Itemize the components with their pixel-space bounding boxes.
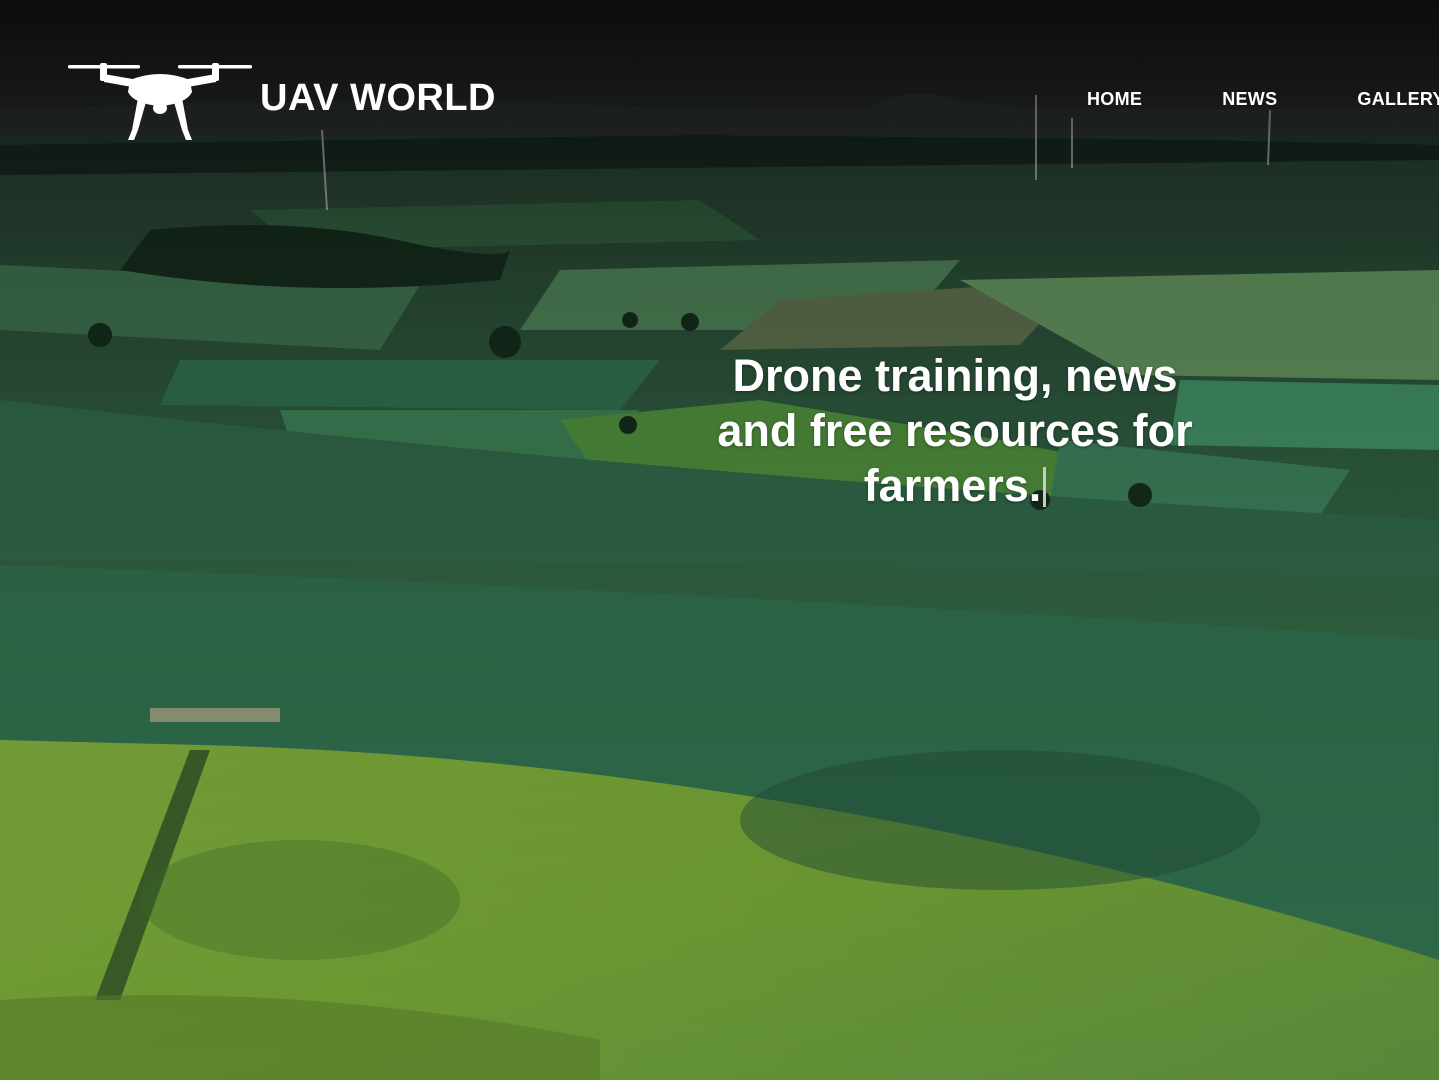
brand-name: UAV WORLD — [260, 77, 496, 119]
main-nav: HOME NEWS GALLERY — [1087, 89, 1439, 110]
top-navbar: UAV WORLD HOME NEWS GALLERY — [0, 0, 1439, 200]
hero-tagline: Drone training, news and free resources … — [700, 348, 1210, 513]
nav-item-gallery[interactable]: GALLERY — [1357, 89, 1439, 110]
tagline-line-3: farmers. — [863, 460, 1042, 512]
tagline-line-1: Drone training, news — [732, 350, 1178, 402]
brand-logo-link[interactable]: UAV WORLD — [68, 60, 496, 144]
drone-icon — [68, 63, 252, 140]
hero-section: UAV WORLD HOME NEWS GALLERY Drone traini… — [0, 0, 1439, 1080]
typing-caret — [1043, 467, 1047, 508]
nav-item-news[interactable]: NEWS — [1222, 89, 1277, 110]
tagline-line-2: and free resources for — [717, 405, 1193, 457]
nav-item-home[interactable]: HOME — [1087, 89, 1142, 110]
